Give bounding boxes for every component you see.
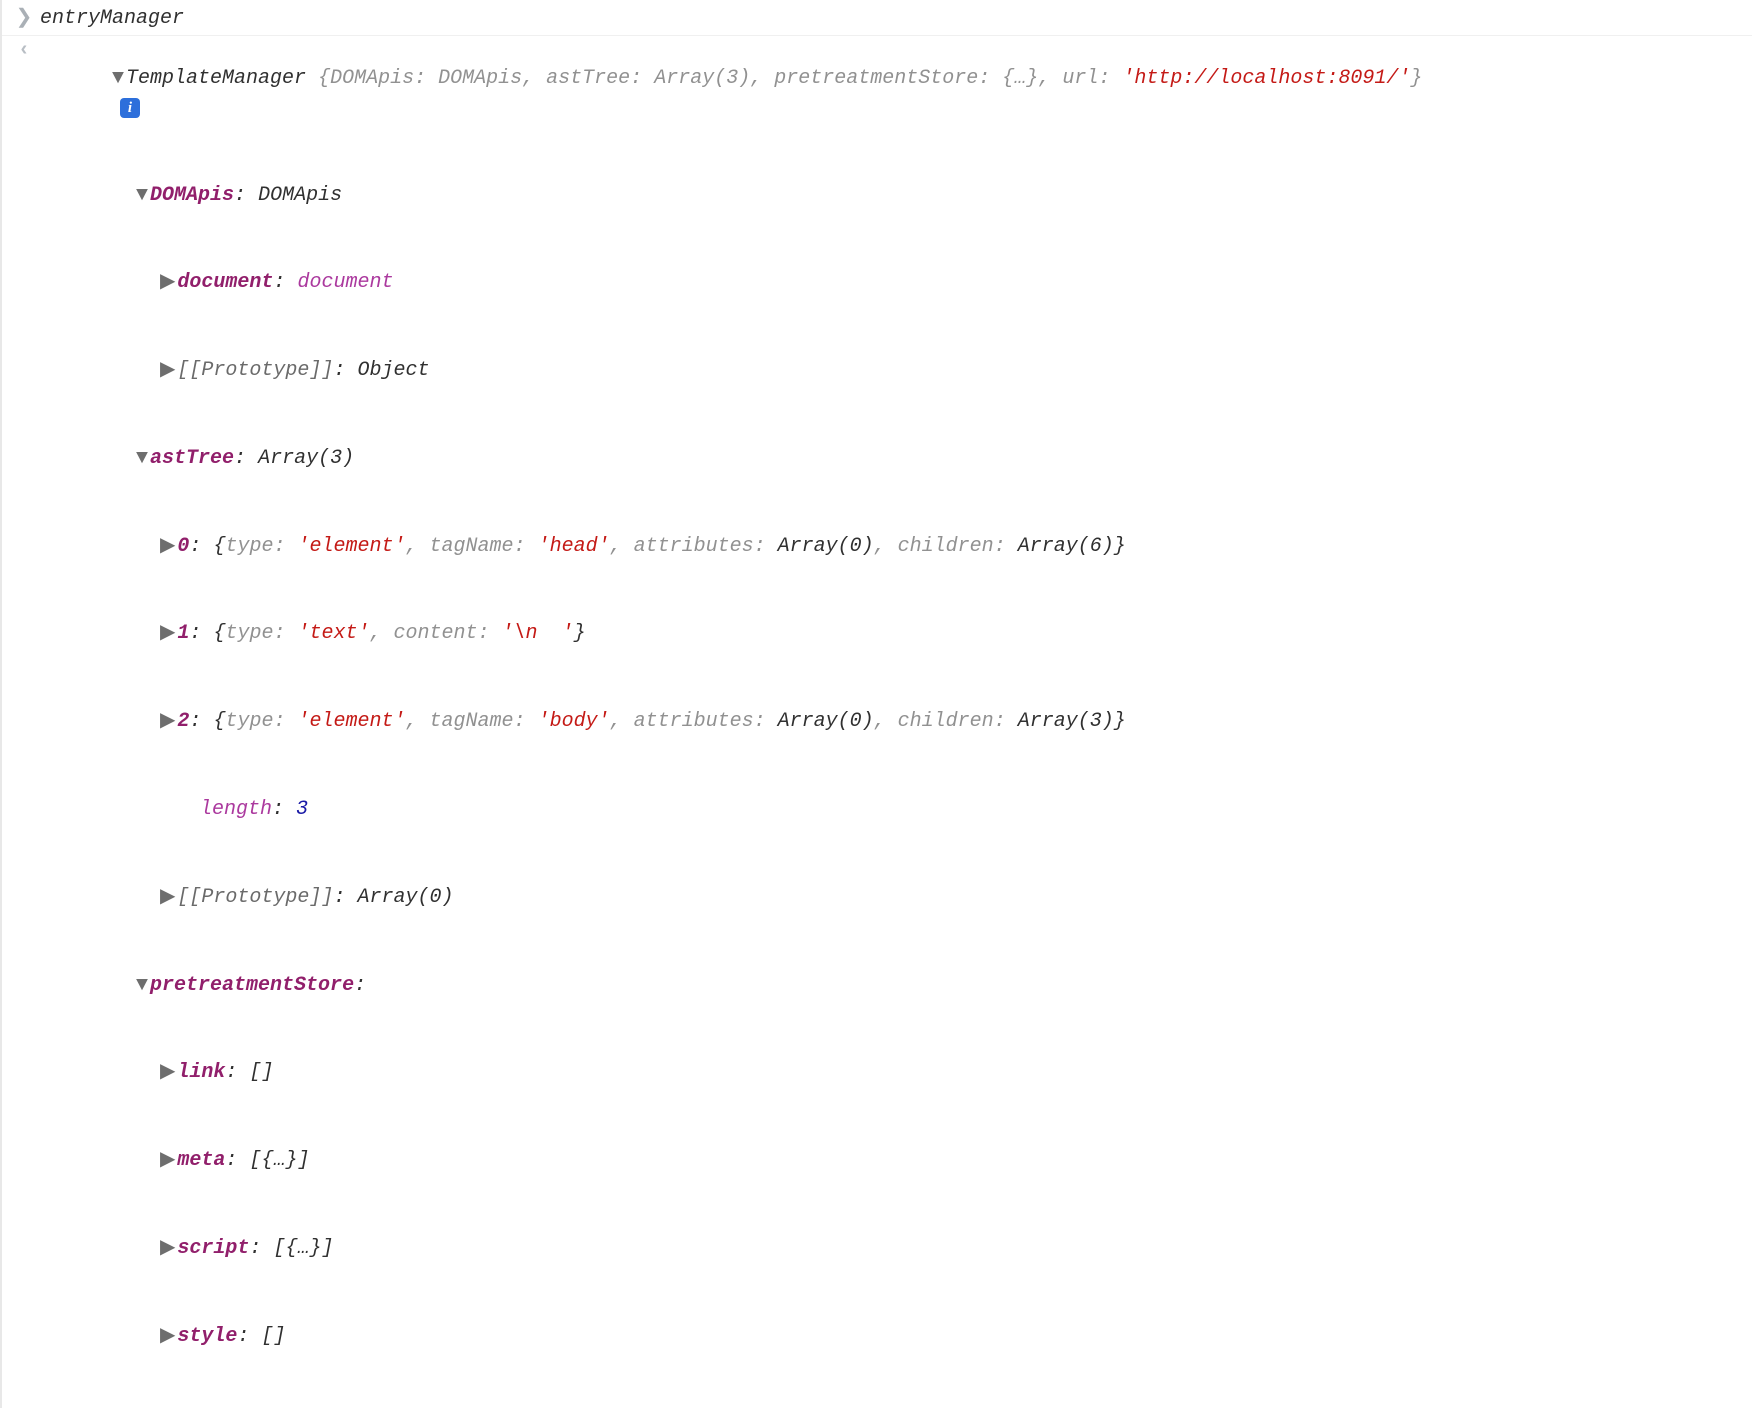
console-input-row: ❯ entryManager [2, 4, 1752, 35]
disclosure-right-icon[interactable]: ▶ [160, 1059, 175, 1088]
property-row-meta[interactable]: ▶meta: [{…}] [2, 1118, 1752, 1206]
reply-icon: ‹ [8, 37, 40, 66]
property-row-prototype[interactable]: ▶[[Prototype]]: Object [2, 328, 1752, 416]
disclosure-right-icon[interactable]: ▶ [160, 269, 175, 298]
object-summary[interactable]: ▼TemplateManager {DOMApis: DOMApis, astT… [40, 37, 1746, 151]
chevron-right-icon: ❯ [8, 5, 40, 34]
property-row-style[interactable]: ▶style: [] [2, 1293, 1752, 1381]
property-row-link[interactable]: ▶link: [] [2, 1030, 1752, 1118]
info-icon[interactable]: i [120, 98, 140, 118]
property-row-prototype[interactable]: ▶[[Prototype]]: Array(0) [2, 854, 1752, 942]
input-expression[interactable]: entryManager [40, 5, 1746, 34]
array-item-0[interactable]: ▶0: {type: 'element', tagName: 'head', a… [2, 503, 1752, 591]
disclosure-right-icon[interactable]: ▶ [160, 708, 175, 737]
property-row-domapis[interactable]: ▼DOMApis: DOMApis [2, 152, 1752, 240]
property-row-length[interactable]: length: 3 [2, 766, 1752, 854]
disclosure-right-icon[interactable]: ▶ [160, 620, 175, 649]
array-item-1[interactable]: ▶1: {type: 'text', content: '\n '} [2, 591, 1752, 679]
property-row-asttree[interactable]: ▼astTree: Array(3) [2, 415, 1752, 503]
disclosure-down-icon[interactable]: ▼ [136, 972, 148, 1001]
console-output-row: ‹ ▼TemplateManager {DOMApis: DOMApis, as… [2, 35, 1752, 152]
property-row-prototype[interactable]: ▶[[Prototype]]: Object [2, 1381, 1752, 1408]
property-row-document[interactable]: ▶document: document [2, 240, 1752, 328]
disclosure-right-icon[interactable]: ▶ [160, 1235, 175, 1264]
disclosure-right-icon[interactable]: ▶ [160, 533, 175, 562]
disclosure-down-icon[interactable]: ▼ [136, 182, 148, 211]
disclosure-right-icon[interactable]: ▶ [160, 357, 175, 386]
console-panel: ❯ entryManager ‹ ▼TemplateManager {DOMAp… [0, 0, 1752, 1408]
disclosure-down-icon[interactable]: ▼ [136, 445, 148, 474]
property-row-script[interactable]: ▶script: [{…}] [2, 1205, 1752, 1293]
disclosure-right-icon[interactable]: ▶ [160, 1147, 175, 1176]
disclosure-down-icon[interactable]: ▼ [112, 65, 124, 94]
disclosure-right-icon[interactable]: ▶ [160, 1323, 175, 1352]
property-row-pretreatmentstore[interactable]: ▼pretreatmentStore: [2, 942, 1752, 1030]
array-item-2[interactable]: ▶2: {type: 'element', tagName: 'body', a… [2, 679, 1752, 767]
disclosure-right-icon[interactable]: ▶ [160, 884, 175, 913]
